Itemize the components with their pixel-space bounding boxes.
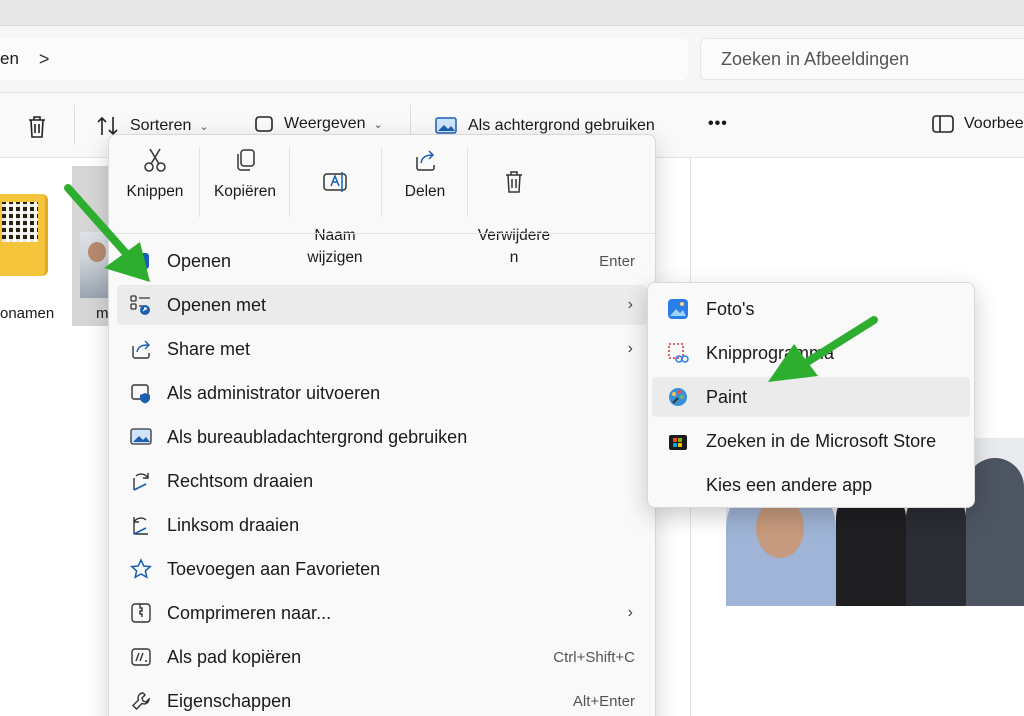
chevron-right-icon: › bbox=[627, 340, 633, 357]
zip-icon bbox=[131, 603, 151, 623]
cut-icon bbox=[144, 148, 166, 172]
breadcrumb-chevron-icon[interactable]: > bbox=[39, 49, 50, 70]
search-input[interactable]: Zoeken in Afbeeldingen bbox=[700, 38, 1024, 80]
star-icon bbox=[130, 558, 152, 579]
submenu-item-label: Zoeken in de Microsoft Store bbox=[706, 430, 937, 451]
sort-label: Sorteren bbox=[130, 117, 192, 134]
menu-item-label: Openen bbox=[167, 250, 232, 271]
chevron-down-icon: ⌄ bbox=[199, 120, 209, 133]
menu-separator bbox=[109, 233, 655, 234]
menu-item-shortcut: Enter bbox=[599, 252, 635, 270]
preview-pane-label: Voorbee bbox=[964, 115, 1024, 132]
submenu-item-microsoft-store[interactable]: Zoeken in de Microsoft Store bbox=[652, 421, 970, 461]
copy-icon bbox=[237, 149, 255, 171]
copy-label: Kopiëren bbox=[213, 183, 277, 200]
menu-item-label: Als administrator uitvoeren bbox=[167, 382, 381, 403]
chevron-down-icon: ⌄ bbox=[373, 118, 383, 131]
menu-item-add-favorites[interactable]: Toevoegen aan Favorieten bbox=[117, 549, 647, 589]
submenu-item-label: Foto's bbox=[706, 298, 755, 319]
photos-app-icon bbox=[668, 299, 688, 319]
menu-item-label: Als pad kopiëren bbox=[167, 646, 302, 667]
window-title-strip bbox=[0, 0, 1024, 26]
menu-item-label: Share met bbox=[167, 338, 251, 359]
folder-label[interactable]: onamen bbox=[0, 305, 54, 322]
context-menu: Knippen Kopiëren Naam wijzigen Delen Ver… bbox=[108, 134, 656, 716]
menu-item-rotate-right[interactable]: Rechtsom draaien bbox=[117, 461, 647, 501]
menu-item-label: Openen met bbox=[167, 294, 267, 315]
menu-item-properties[interactable]: Eigenschappen Alt+Enter bbox=[117, 681, 647, 716]
menu-item-label: Rechtsom draaien bbox=[167, 470, 314, 491]
menu-item-label: Als bureaubladachtergrond gebruiken bbox=[167, 426, 468, 447]
share-button[interactable]: Delen bbox=[389, 147, 461, 203]
address-area: en > Zoeken in Afbeeldingen bbox=[0, 26, 1024, 92]
submenu-item-choose-another-app[interactable]: Kies een andere app bbox=[652, 465, 970, 505]
chevron-right-icon: › bbox=[627, 604, 633, 621]
blank-icon bbox=[666, 473, 690, 497]
menu-item-shortcut: Alt+Enter bbox=[572, 692, 635, 710]
menu-divider bbox=[381, 147, 382, 217]
menu-item-label: Eigenschappen bbox=[167, 690, 292, 711]
address-bar[interactable]: en > bbox=[0, 38, 688, 80]
paint-app-icon bbox=[669, 388, 687, 406]
menu-item-open-with[interactable]: Openen met › bbox=[117, 285, 647, 325]
view-label: Weergeven bbox=[284, 115, 366, 132]
menu-item-rotate-left[interactable]: Linksom draaien bbox=[117, 505, 647, 545]
menu-item-label: Linksom draaien bbox=[167, 514, 300, 535]
snipping-tool-icon bbox=[668, 343, 689, 363]
menu-item-share-with[interactable]: Share met › bbox=[117, 329, 647, 369]
wrench-icon bbox=[132, 692, 150, 710]
preview-pane-icon bbox=[932, 115, 954, 133]
menu-item-label: Toevoegen aan Favorieten bbox=[167, 558, 381, 579]
view-button[interactable]: Weergeven ⌄ bbox=[254, 115, 383, 133]
more-options-button[interactable]: ••• bbox=[708, 115, 728, 133]
menu-divider bbox=[289, 147, 290, 217]
microsoft-store-icon bbox=[669, 435, 687, 450]
menu-item-compress[interactable]: Comprimeren naar... › bbox=[117, 593, 647, 633]
open-with-icon bbox=[130, 295, 150, 315]
menu-item-open[interactable]: Openen Enter bbox=[117, 241, 647, 281]
menu-item-label: Comprimeren naar... bbox=[167, 602, 332, 623]
qr-code-pattern bbox=[2, 202, 38, 242]
submenu-item-label: Kies een andere app bbox=[706, 474, 873, 495]
copy-path-icon bbox=[131, 648, 151, 666]
folder-thumbnail[interactable] bbox=[0, 194, 48, 276]
share-icon bbox=[132, 340, 150, 359]
shield-icon bbox=[131, 384, 150, 404]
share-icon bbox=[416, 150, 435, 171]
breadcrumb[interactable]: en bbox=[0, 49, 19, 69]
file-label[interactable]: m bbox=[96, 305, 109, 322]
copy-button[interactable]: Kopiëren bbox=[207, 147, 283, 203]
annotation-arrow-icon bbox=[64, 184, 150, 282]
wallpaper-icon bbox=[130, 428, 152, 445]
rotate-left-icon bbox=[133, 517, 148, 535]
delete-button[interactable] bbox=[26, 115, 58, 139]
toolbar-divider bbox=[74, 105, 75, 145]
menu-divider bbox=[199, 147, 200, 217]
submenu-item-label: Paint bbox=[706, 386, 748, 407]
menu-item-run-as-admin[interactable]: Als administrator uitvoeren bbox=[117, 373, 647, 413]
menu-item-shortcut: Ctrl+Shift+C bbox=[553, 648, 635, 666]
share-label: Delen bbox=[404, 183, 446, 200]
menu-item-set-desktop-background[interactable]: Als bureaubladachtergrond gebruiken bbox=[117, 417, 647, 457]
trash-icon bbox=[506, 171, 522, 193]
menu-divider bbox=[467, 147, 468, 217]
rotate-right-icon bbox=[133, 473, 149, 491]
chevron-right-icon: › bbox=[627, 296, 633, 313]
preview-pane-button[interactable]: Voorbee bbox=[932, 115, 1024, 133]
annotation-arrow-icon bbox=[768, 316, 878, 382]
trash-icon bbox=[29, 116, 45, 138]
set-background-label: Als achtergrond gebruiken bbox=[468, 117, 655, 134]
view-icon bbox=[255, 116, 273, 132]
rename-icon bbox=[323, 172, 347, 192]
menu-item-copy-path[interactable]: Als pad kopiëren Ctrl+Shift+C bbox=[117, 637, 647, 677]
